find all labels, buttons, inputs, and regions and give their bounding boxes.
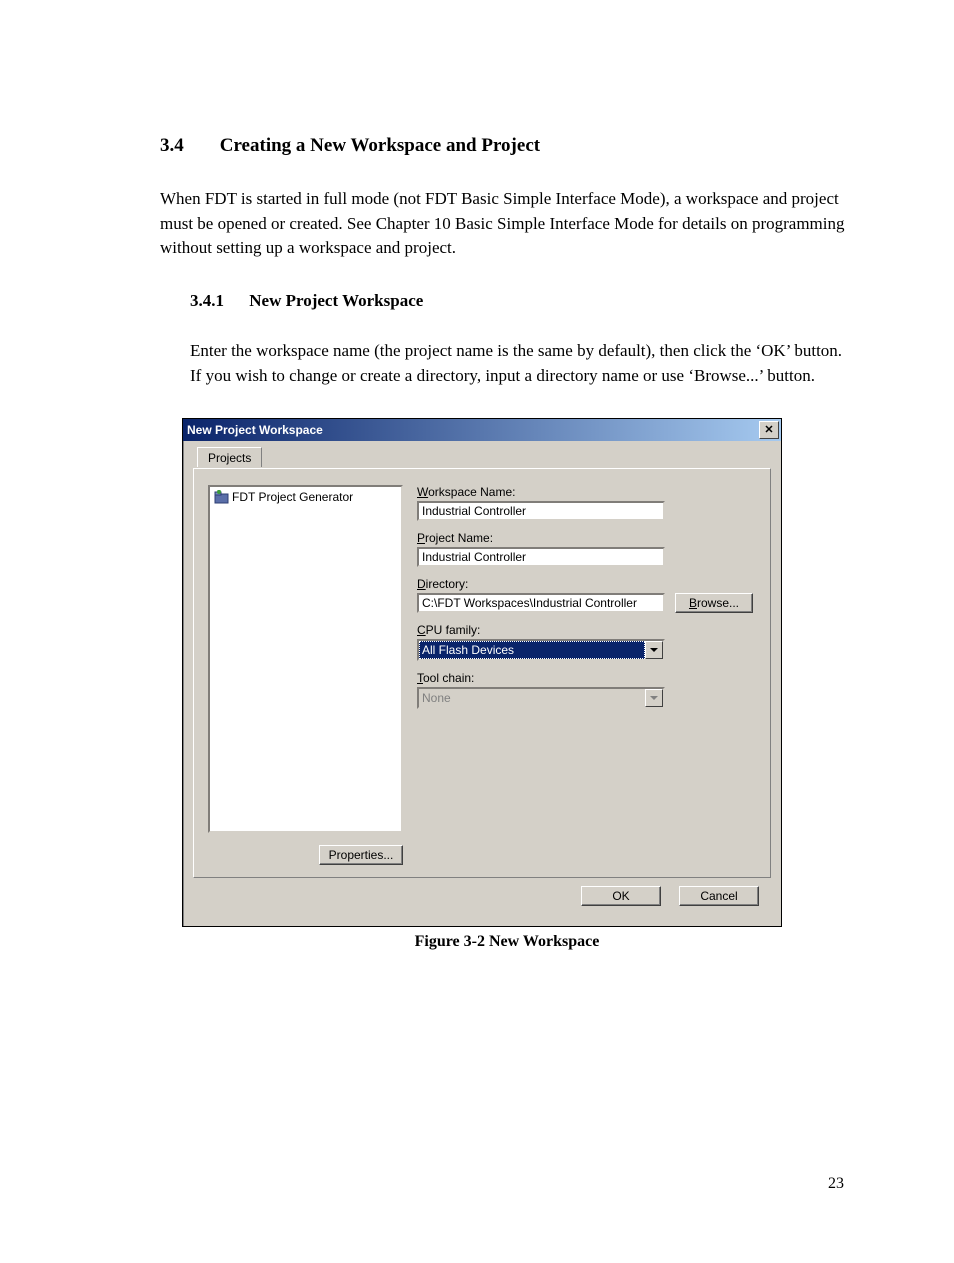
cpu-family-label: CPU family: [417,623,756,637]
project-name-label: Project Name: [417,531,756,545]
list-item-label: FDT Project Generator [232,490,353,504]
properties-button[interactable]: Properties... [319,845,403,865]
directory-field: Directory: Browse... [417,577,756,613]
dialog-body: Projects [183,441,781,926]
dialog-titlebar[interactable]: New Project Workspace ✕ [183,419,781,441]
browse-button[interactable]: Browse... [675,593,753,613]
list-item[interactable]: FDT Project Generator [212,489,399,505]
tool-chain-label: Tool chain: [417,671,756,685]
directory-input[interactable] [417,593,665,613]
tool-chain-value: None [419,689,645,707]
subsection: 3.4.1 New Project Workspace Enter the wo… [190,291,854,388]
tab-label: Projects [208,451,251,465]
cpu-family-field: CPU family: All Flash Devices [417,623,756,661]
workspace-name-field: Workspace Name: [417,485,756,521]
dialog-footer: OK Cancel [193,878,771,916]
section-heading: 3.4 Creating a New Workspace and Project [160,135,854,157]
figure-caption: Figure 3-2 New Workspace [160,933,854,951]
tab-panel: FDT Project Generator Properties... Work… [193,468,771,878]
workspace-name-label: Workspace Name: [417,485,756,499]
intro-paragraph: When FDT is started in full mode (not FD… [160,187,854,261]
cpu-family-value: All Flash Devices [419,641,645,659]
tab-projects[interactable]: Projects [197,447,262,467]
tool-chain-field: Tool chain: None [417,671,756,709]
chevron-down-icon [645,641,663,659]
left-column: FDT Project Generator Properties... [208,485,403,865]
document-page: 3.4 Creating a New Workspace and Project… [0,0,954,1263]
subsection-title: New Project Workspace [249,291,423,310]
page-number: 23 [828,1175,844,1193]
project-name-input[interactable] [417,547,665,567]
section-title: Creating a New Workspace and Project [220,135,540,156]
ok-button[interactable]: OK [581,886,661,906]
cancel-button[interactable]: Cancel [679,886,759,906]
close-icon: ✕ [764,425,773,436]
project-type-listbox[interactable]: FDT Project Generator [208,485,403,833]
subsection-number: 3.4.1 [190,291,245,311]
right-column: Workspace Name: Project Name: Directory: [417,485,756,865]
dialog-title: New Project Workspace [187,423,323,437]
tab-strip: Projects [193,447,771,469]
subsection-paragraph: Enter the workspace name (the project na… [190,339,854,388]
close-button[interactable]: ✕ [759,421,779,439]
cpu-family-select[interactable]: All Flash Devices [417,639,665,661]
directory-label: Directory: [417,577,756,591]
tool-chain-select: None [417,687,665,709]
project-name-field: Project Name: [417,531,756,567]
section-number: 3.4 [160,135,215,157]
project-generator-icon [214,490,230,504]
chevron-down-icon [645,689,663,707]
workspace-name-input[interactable] [417,501,665,521]
new-project-workspace-dialog: New Project Workspace ✕ Projects [182,418,782,927]
subsection-heading: 3.4.1 New Project Workspace [190,291,854,311]
